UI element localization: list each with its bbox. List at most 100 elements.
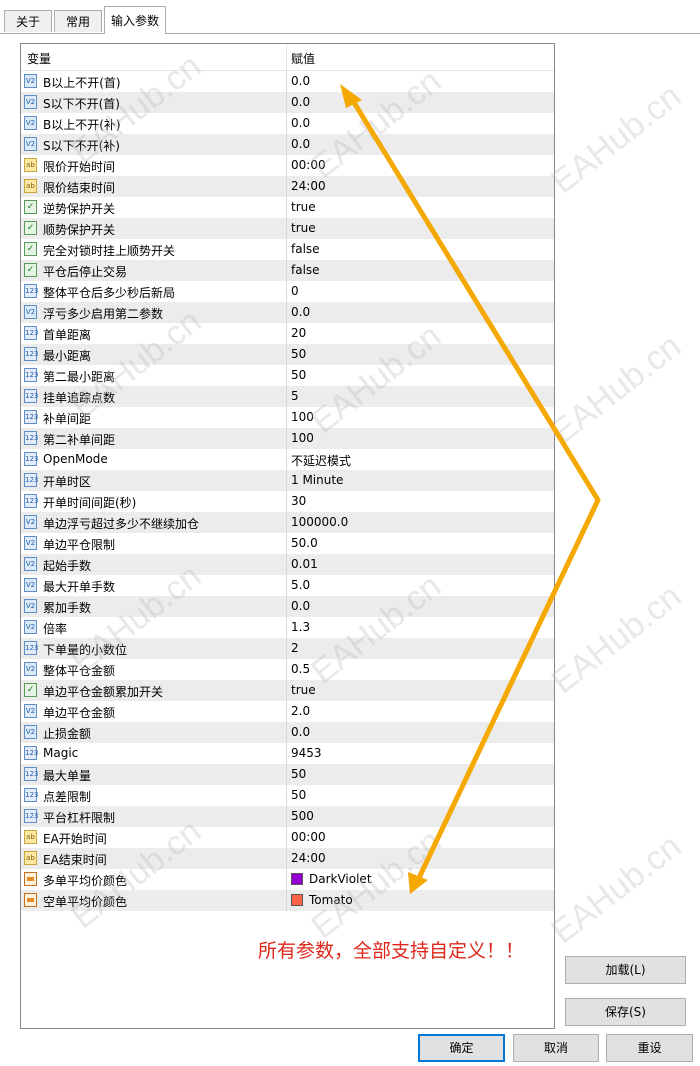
column-divider[interactable] — [286, 44, 287, 70]
table-row[interactable]: 多单平均价颜色 DarkViolet — [21, 869, 554, 890]
table-row[interactable]: V2 B以上不开(首) 0.0 — [21, 71, 554, 92]
parameter-value[interactable]: true — [291, 683, 316, 697]
tab-common[interactable]: 常用 — [54, 10, 102, 32]
cancel-button[interactable]: 取消 — [513, 1034, 599, 1062]
table-row[interactable]: ✓ 完全对锁时挂上顺势开关 false — [21, 239, 554, 260]
save-button[interactable]: 保存(S) — [565, 998, 686, 1026]
column-header-variable[interactable]: 变量 — [27, 50, 51, 67]
parameter-value[interactable]: 5.0 — [291, 578, 310, 592]
double-value-icon: V2 — [24, 599, 37, 613]
table-row[interactable]: 123 OpenMode 不延迟模式 — [21, 449, 554, 470]
parameter-value[interactable]: 0.0 — [291, 116, 310, 130]
table-row[interactable]: 123 开单时区 1 Minute — [21, 470, 554, 491]
table-row[interactable]: 123 补单间距 100 — [21, 407, 554, 428]
parameter-value[interactable]: 5 — [291, 389, 299, 403]
parameters-table[interactable]: 变量 赋值 V2 B以上不开(首) 0.0 V2 S以下不开(首) 0.0 V2 B以上不开(… — [20, 43, 555, 1029]
table-row[interactable]: V2 倍率 1.3 — [21, 617, 554, 638]
table-row[interactable]: V2 S以下不开(补) 0.0 — [21, 134, 554, 155]
parameter-value[interactable]: true — [291, 200, 316, 214]
cell-divider — [286, 659, 287, 680]
table-row[interactable]: ✓ 平仓后停止交易 false — [21, 260, 554, 281]
table-row[interactable]: V2 累加手数 0.0 — [21, 596, 554, 617]
table-row[interactable]: 123 下单量的小数位 2 — [21, 638, 554, 659]
table-row[interactable]: V2 单边平仓限制 50.0 — [21, 533, 554, 554]
cell-divider — [286, 806, 287, 827]
table-row[interactable]: 123 最大单量 50 — [21, 764, 554, 785]
parameter-value[interactable]: Tomato — [309, 893, 353, 907]
table-row[interactable]: ab 限价结束时间 24:00 — [21, 176, 554, 197]
table-row[interactable]: 123 平台杠杆限制 500 — [21, 806, 554, 827]
parameter-value[interactable]: 50 — [291, 347, 306, 361]
table-row[interactable]: 123 点差限制 50 — [21, 785, 554, 806]
table-row[interactable]: ✓ 顺势保护开关 true — [21, 218, 554, 239]
parameter-value[interactable]: 9453 — [291, 746, 322, 760]
tab-about[interactable]: 关于 — [4, 10, 52, 32]
color-swatch[interactable] — [291, 873, 303, 885]
parameter-value[interactable]: 00:00 — [291, 830, 326, 844]
parameter-value[interactable]: 0.5 — [291, 662, 310, 676]
table-row[interactable]: V2 最大开单手数 5.0 — [21, 575, 554, 596]
cell-divider — [286, 680, 287, 701]
parameter-value[interactable]: 50 — [291, 368, 306, 382]
parameter-value[interactable]: 24:00 — [291, 179, 326, 193]
table-row[interactable]: ab 限价开始时间 00:00 — [21, 155, 554, 176]
table-row[interactable]: V2 整体平仓金额 0.5 — [21, 659, 554, 680]
table-row[interactable]: V2 单边平仓金额 2.0 — [21, 701, 554, 722]
parameter-value[interactable]: 500 — [291, 809, 314, 823]
parameter-value[interactable]: 1 Minute — [291, 473, 343, 487]
cell-divider — [286, 722, 287, 743]
parameter-value[interactable]: 50.0 — [291, 536, 318, 550]
parameter-value[interactable]: false — [291, 242, 320, 256]
table-row[interactable]: 123 第二补单间距 100 — [21, 428, 554, 449]
parameter-value[interactable]: DarkViolet — [309, 872, 372, 886]
table-row[interactable]: 123 开单时间间距(秒) 30 — [21, 491, 554, 512]
table-row[interactable]: 123 整体平仓后多少秒后新局 0 — [21, 281, 554, 302]
parameter-value[interactable]: 0 — [291, 284, 299, 298]
table-row[interactable]: 空单平均价颜色 Tomato — [21, 890, 554, 911]
parameter-value[interactable]: 1.3 — [291, 620, 310, 634]
table-row[interactable]: ✓ 单边平仓金额累加开关 true — [21, 680, 554, 701]
parameter-value[interactable]: false — [291, 263, 320, 277]
parameter-value[interactable]: 30 — [291, 494, 306, 508]
parameter-name: 整体平仓金额 — [43, 664, 116, 678]
parameter-value[interactable]: 0.0 — [291, 599, 310, 613]
parameter-value[interactable]: 50 — [291, 788, 306, 802]
parameter-value[interactable]: 100 — [291, 431, 314, 445]
ok-button[interactable]: 确定 — [418, 1034, 505, 1062]
parameter-value[interactable]: 0.0 — [291, 95, 310, 109]
parameter-value[interactable]: 不延迟模式 — [291, 452, 351, 469]
table-row[interactable]: 123 首单距离 20 — [21, 323, 554, 344]
table-row[interactable]: ab EA开始时间 00:00 — [21, 827, 554, 848]
table-row[interactable]: 123 第二最小距离 50 — [21, 365, 554, 386]
table-row[interactable]: 123 最小距离 50 — [21, 344, 554, 365]
table-row[interactable]: ab EA结束时间 24:00 — [21, 848, 554, 869]
table-row[interactable]: 123 Magic 9453 — [21, 743, 554, 764]
parameter-value[interactable]: 24:00 — [291, 851, 326, 865]
parameter-value[interactable]: 2 — [291, 641, 299, 655]
table-row[interactable]: V2 止损金额 0.0 — [21, 722, 554, 743]
parameter-value[interactable]: 0.0 — [291, 725, 310, 739]
table-row[interactable]: V2 起始手数 0.01 — [21, 554, 554, 575]
parameter-value[interactable]: 100 — [291, 410, 314, 424]
parameter-value[interactable]: 2.0 — [291, 704, 310, 718]
column-header-value[interactable]: 赋值 — [291, 50, 315, 67]
parameter-value[interactable]: 00:00 — [291, 158, 326, 172]
table-row[interactable]: V2 浮亏多少启用第二参数 0.0 — [21, 302, 554, 323]
table-row[interactable]: ✓ 逆势保护开关 true — [21, 197, 554, 218]
color-swatch[interactable] — [291, 894, 303, 906]
parameter-value[interactable]: 100000.0 — [291, 515, 348, 529]
parameter-value[interactable]: 0.0 — [291, 305, 310, 319]
table-row[interactable]: 123 挂单追踪点数 5 — [21, 386, 554, 407]
parameter-value[interactable]: true — [291, 221, 316, 235]
parameter-value[interactable]: 0.0 — [291, 74, 310, 88]
parameter-value[interactable]: 20 — [291, 326, 306, 340]
tab-inputs[interactable]: 输入参数 — [104, 6, 166, 34]
parameter-value[interactable]: 0.0 — [291, 137, 310, 151]
parameter-value[interactable]: 50 — [291, 767, 306, 781]
table-row[interactable]: V2 B以上不开(补) 0.0 — [21, 113, 554, 134]
table-row[interactable]: V2 S以下不开(首) 0.0 — [21, 92, 554, 113]
load-button[interactable]: 加载(L) — [565, 956, 686, 984]
reset-button[interactable]: 重设 — [606, 1034, 693, 1062]
table-row[interactable]: V2 单边浮亏超过多少不继续加仓 100000.0 — [21, 512, 554, 533]
parameter-value[interactable]: 0.01 — [291, 557, 318, 571]
